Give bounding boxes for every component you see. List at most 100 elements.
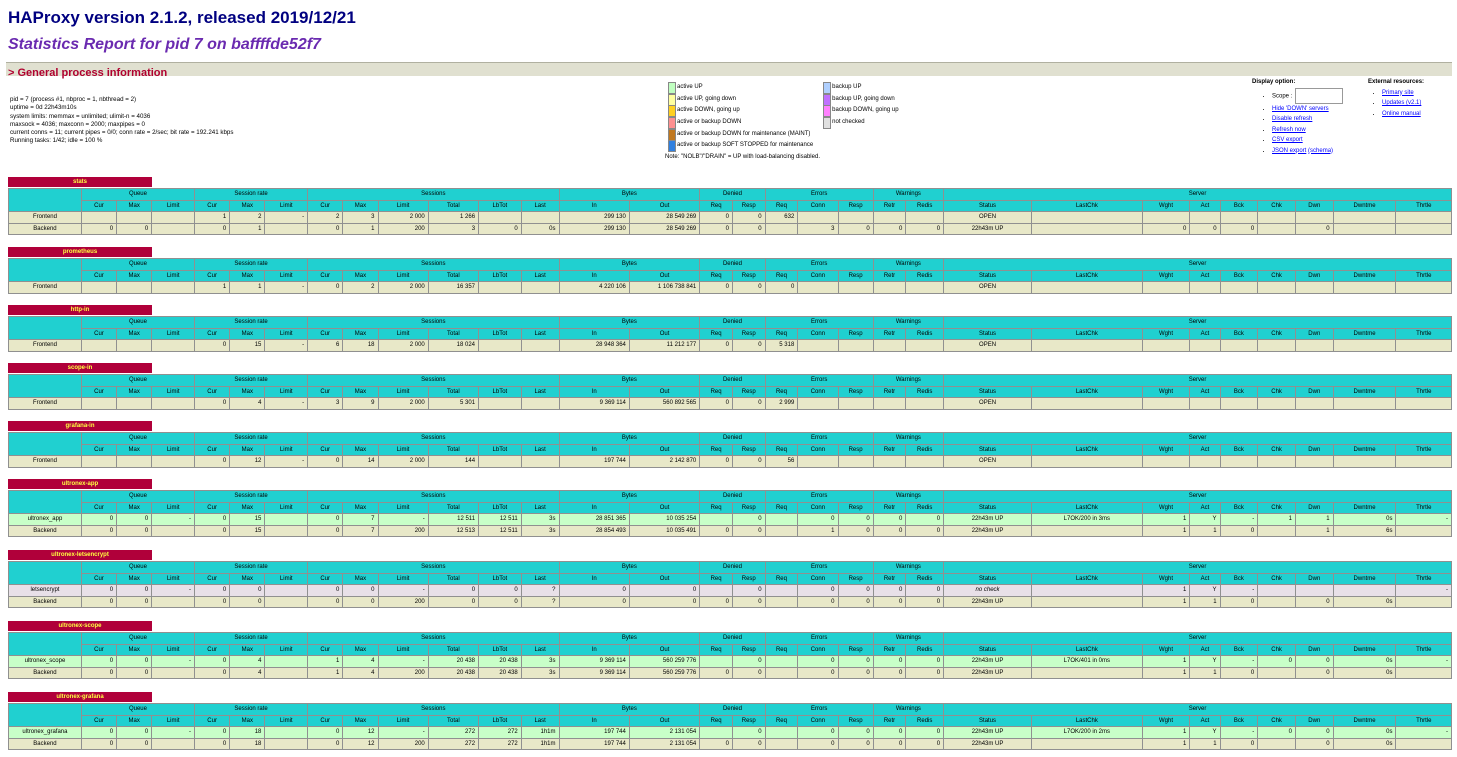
group-header: Errors bbox=[764, 703, 874, 716]
table-cell: 1 bbox=[1141, 655, 1191, 668]
table-cell bbox=[905, 339, 945, 352]
column-header: Conn bbox=[797, 443, 839, 456]
group-header: Warnings bbox=[872, 188, 945, 201]
column-header: Max bbox=[342, 327, 379, 340]
column-header: Status bbox=[943, 501, 1033, 514]
row-name[interactable]: Backend bbox=[8, 524, 82, 537]
row-name[interactable]: Frontend bbox=[8, 455, 82, 468]
column-header: Resp bbox=[731, 269, 766, 282]
primary-site-link[interactable]: Primary site bbox=[1382, 90, 1414, 96]
updates-link[interactable]: Updates (v2.1) bbox=[1382, 100, 1421, 106]
table-cell: 0 bbox=[764, 281, 799, 294]
legend-label: active or backup SOFT STOPPED for mainte… bbox=[677, 142, 814, 149]
table-cell bbox=[151, 222, 196, 235]
table-cell bbox=[1294, 397, 1334, 410]
row-name[interactable]: ultronex_scope bbox=[8, 655, 82, 668]
row-name[interactable]: Frontend bbox=[8, 397, 82, 410]
column-header: Wght bbox=[1141, 501, 1191, 514]
table-cell: 56 bbox=[764, 455, 799, 468]
table-cell: - bbox=[151, 513, 196, 526]
online-manual-link[interactable]: Online manual bbox=[1382, 111, 1421, 117]
group-header: Session rate bbox=[194, 374, 309, 387]
table-cell: 0 bbox=[307, 524, 344, 537]
proxy-section-grafana-in: grafana-in Queue Session rate Sessions Bytes… bbox=[8, 414, 1452, 468]
hide-down-link[interactable]: Hide 'DOWN' servers bbox=[1272, 106, 1329, 112]
proxy-name[interactable]: ultronex-scope bbox=[8, 621, 152, 631]
column-header: LbTot bbox=[478, 443, 522, 456]
group-header: Server bbox=[943, 632, 1452, 645]
proxy-name[interactable]: ultronex-letsencrypt bbox=[8, 550, 152, 560]
group-header: Warnings bbox=[872, 258, 945, 271]
column-header: Req bbox=[699, 443, 733, 456]
column-header: Wght bbox=[1141, 327, 1191, 340]
proxy-stats-table: Queue Session rate Sessions Bytes Denied Erro… bbox=[8, 561, 1452, 608]
row-name[interactable]: Frontend bbox=[8, 281, 82, 294]
row-name[interactable]: Frontend bbox=[8, 339, 82, 352]
column-header: Last bbox=[520, 572, 560, 585]
column-header: Limit bbox=[151, 443, 196, 456]
process-line: current conns = 11; current pipes = 0/0;… bbox=[10, 129, 234, 137]
csv-export-link[interactable]: CSV export bbox=[1272, 137, 1303, 143]
table-cell: 0 bbox=[699, 666, 733, 679]
json-export-link[interactable]: JSON export bbox=[1272, 148, 1306, 154]
row-name[interactable]: Backend bbox=[8, 595, 82, 608]
status-legend: active UP active UP, going down active DOW… bbox=[665, 81, 899, 164]
table-cell: - bbox=[264, 339, 309, 352]
table-cell bbox=[699, 726, 733, 739]
schema-link[interactable]: (schema) bbox=[1308, 148, 1333, 154]
scope-input[interactable] bbox=[1295, 87, 1344, 104]
table-cell: 197 744 bbox=[558, 726, 630, 739]
column-header: Last bbox=[520, 269, 560, 282]
row-name[interactable]: Backend bbox=[8, 666, 82, 679]
column-header: Limit bbox=[264, 327, 309, 340]
column-header: Req bbox=[699, 327, 733, 340]
row-name[interactable]: ultronex_app bbox=[8, 513, 82, 526]
row-name[interactable]: Backend bbox=[8, 222, 82, 235]
table-cell: 0 bbox=[628, 584, 701, 597]
table-cell: 299 130 bbox=[558, 222, 630, 235]
table-cell: - bbox=[264, 455, 309, 468]
row-name[interactable]: Frontend bbox=[8, 211, 82, 224]
table-cell bbox=[1189, 211, 1221, 224]
column-header: Total bbox=[427, 269, 480, 282]
table-cell: 0 bbox=[699, 397, 733, 410]
refresh-now-link[interactable]: Refresh now bbox=[1272, 127, 1306, 133]
row-name[interactable]: Backend bbox=[8, 737, 82, 750]
table-cell: 20 438 bbox=[478, 655, 522, 668]
table-cell: 11 212 177 bbox=[628, 339, 701, 352]
column-header: Cur bbox=[307, 269, 344, 282]
table-cell: 0 bbox=[427, 595, 480, 608]
proxy-name[interactable]: grafana-in bbox=[8, 421, 152, 431]
column-header: Limit bbox=[151, 572, 196, 585]
group-header: Errors bbox=[764, 432, 874, 445]
proxy-name[interactable]: scope-in bbox=[8, 363, 152, 373]
table-cell: - bbox=[1395, 513, 1452, 526]
proxy-name[interactable]: ultronex-grafana bbox=[8, 692, 152, 702]
table-row: Frontend 0 4-3 9 2 000 5 301 9 369 114 560 892 … bbox=[8, 397, 1452, 410]
corner-cell bbox=[8, 316, 82, 340]
table-cell: 15 bbox=[229, 524, 266, 537]
column-header: Out bbox=[628, 714, 701, 727]
table-cell bbox=[1257, 281, 1296, 294]
row-name[interactable]: letsencrypt bbox=[8, 584, 82, 597]
table-cell bbox=[764, 524, 799, 537]
table-cell: 2 000 bbox=[377, 455, 429, 468]
page-subtitle: Statistics Report for pid 7 on baffffde5… bbox=[8, 36, 321, 53]
disable-refresh-link[interactable]: Disable refresh bbox=[1272, 116, 1312, 122]
column-header: Max bbox=[229, 443, 266, 456]
column-header: Max bbox=[116, 714, 153, 727]
column-header: Total bbox=[427, 199, 480, 212]
column-header: Resp bbox=[837, 327, 874, 340]
proxy-name[interactable]: http-in bbox=[8, 305, 152, 315]
table-cell: 632 bbox=[764, 211, 799, 224]
column-header: Total bbox=[427, 572, 480, 585]
table-cell: 0 bbox=[731, 595, 766, 608]
column-header: Limit bbox=[377, 269, 429, 282]
proxy-name[interactable]: prometheus bbox=[8, 247, 152, 257]
row-name[interactable]: ultronex_grafana bbox=[8, 726, 82, 739]
proxy-name[interactable]: stats bbox=[8, 177, 152, 187]
process-line: Running tasks: 1/42; idle = 100 % bbox=[10, 137, 103, 145]
table-cell: 22h43m UP bbox=[943, 737, 1033, 750]
table-cell: 0 bbox=[194, 595, 231, 608]
proxy-name[interactable]: ultronex-app bbox=[8, 479, 152, 489]
